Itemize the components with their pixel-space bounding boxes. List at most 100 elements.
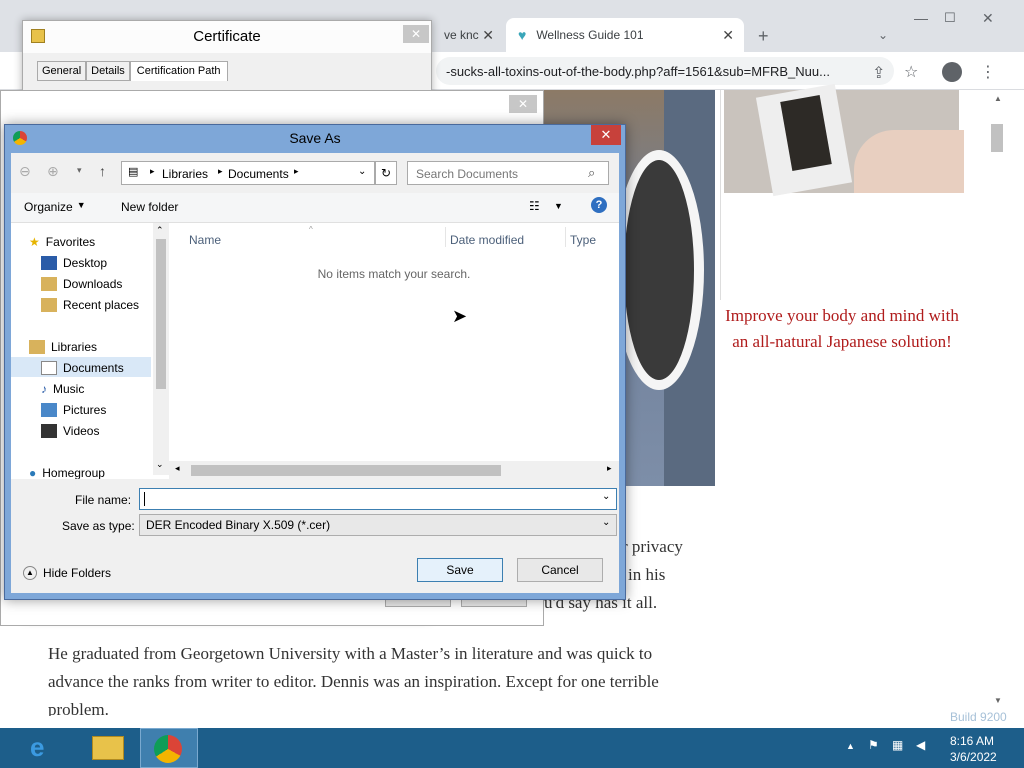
- clock-time[interactable]: 8:16 AM: [950, 734, 994, 748]
- minimize-icon[interactable]: —: [914, 10, 928, 26]
- internet-explorer-icon[interactable]: e: [30, 732, 44, 763]
- help-icon[interactable]: ?: [591, 197, 607, 213]
- new-tab-icon[interactable]: +: [758, 26, 769, 47]
- close-icon[interactable]: ✕: [509, 95, 537, 113]
- star-icon[interactable]: ☆: [904, 62, 918, 82]
- close-icon[interactable]: ✕: [591, 125, 621, 145]
- text-cursor: [144, 492, 145, 506]
- nav-videos[interactable]: Videos: [41, 424, 99, 438]
- chevron-down-icon[interactable]: ⌄: [602, 517, 610, 528]
- cancel-button[interactable]: Cancel: [517, 558, 603, 582]
- build-watermark: Build 9200: [950, 710, 1007, 724]
- share-icon[interactable]: ⇪: [872, 63, 885, 83]
- search-placeholder: Search Documents: [416, 167, 519, 181]
- organize-button[interactable]: Organize ▼: [24, 200, 86, 214]
- product-image: [724, 83, 964, 197]
- close-icon[interactable]: ✕: [403, 25, 429, 43]
- dialog-body: ⊖ ⊕ ▾ ↑ ▤ ▸ Libraries ▸ Documents ▸ ⌄ ↻ …: [11, 153, 619, 593]
- empty-message: No items match your search.: [317, 267, 471, 281]
- scroll-thumb[interactable]: [156, 239, 166, 389]
- column-name[interactable]: Name: [189, 233, 221, 247]
- view-options-icon[interactable]: ☷: [529, 199, 540, 213]
- tab-inactive[interactable]: ve knc ✕: [436, 18, 504, 52]
- save-type-label: Save as type:: [62, 519, 135, 533]
- downloads-icon: [41, 277, 57, 291]
- maximize-icon[interactable]: ☐: [944, 10, 956, 26]
- file-name-input[interactable]: ⌄: [139, 488, 617, 510]
- chevron-down-icon[interactable]: ▼: [554, 201, 563, 211]
- nav-downloads[interactable]: Downloads: [41, 277, 122, 291]
- scroll-left-icon[interactable]: ◂: [175, 463, 180, 474]
- close-tab-icon[interactable]: ✕: [722, 27, 734, 44]
- nav-homegroup[interactable]: ● Homegroup: [29, 466, 105, 480]
- breadcrumb-documents[interactable]: Documents: [228, 167, 289, 181]
- up-arrow-icon[interactable]: ↑: [99, 163, 106, 179]
- clock-date[interactable]: 3/6/2022: [950, 750, 997, 764]
- dialog-title: Save As: [289, 130, 341, 146]
- chevron-down-icon[interactable]: ⌄: [878, 28, 888, 42]
- search-input[interactable]: Search Documents ⌕: [407, 161, 609, 185]
- scroll-thumb[interactable]: [191, 465, 501, 476]
- sort-arrow-icon: ^: [309, 225, 313, 234]
- recent-dropdown-icon[interactable]: ▾: [77, 165, 82, 176]
- pictures-icon: [41, 403, 57, 417]
- organize-label: Organize: [24, 200, 73, 214]
- hide-folders-button[interactable]: ▲ Hide Folders: [23, 566, 111, 580]
- file-list[interactable]: Name ^ Date modified Type No items match…: [169, 223, 619, 479]
- save-button[interactable]: Save: [417, 558, 503, 582]
- tab-general[interactable]: General: [37, 61, 87, 81]
- folder-icon: ▤: [128, 166, 139, 178]
- scroll-thumb[interactable]: [991, 124, 1003, 152]
- nav-recent-places[interactable]: Recent places: [41, 298, 139, 312]
- nav-favorites[interactable]: ★ Favorites: [29, 235, 95, 249]
- search-icon: ⌕: [588, 165, 596, 180]
- chevron-down-icon[interactable]: ⌄: [602, 491, 610, 502]
- back-icon[interactable]: ⊖: [19, 163, 31, 180]
- nav-pictures[interactable]: Pictures: [41, 403, 106, 417]
- promo-text[interactable]: Improve your body and mind with an all-n…: [724, 303, 960, 355]
- tab-active[interactable]: ♥ Wellness Guide 101 ✕: [506, 18, 744, 52]
- star-icon: ★: [29, 235, 40, 249]
- forward-icon[interactable]: ⊕: [47, 163, 59, 180]
- save-type-select[interactable]: DER Encoded Binary X.509 (*.cer) ⌄: [139, 514, 617, 536]
- action-center-icon[interactable]: ⚑: [868, 738, 879, 752]
- chrome-taskbar-button[interactable]: [140, 728, 198, 768]
- url-text[interactable]: -sucks-all-toxins-out-of-the-body.php?af…: [446, 64, 866, 79]
- profile-avatar[interactable]: [942, 62, 962, 82]
- nav-libraries[interactable]: Libraries: [29, 340, 97, 354]
- nav-scrollbar[interactable]: ⌃ ⌄: [153, 223, 169, 475]
- close-window-icon[interactable]: ✕: [982, 10, 994, 27]
- partial-text-1: r privacy: [622, 537, 683, 556]
- tab-certification-path[interactable]: Certification Path: [129, 61, 228, 81]
- nav-desktop[interactable]: Desktop: [41, 256, 107, 270]
- heart-favicon-icon: ♥: [518, 27, 527, 43]
- file-explorer-icon[interactable]: [92, 736, 124, 760]
- scroll-up-icon[interactable]: ▲: [994, 94, 1002, 103]
- nav-music[interactable]: ♪ Music: [41, 382, 84, 396]
- tab-details[interactable]: Details: [86, 61, 130, 81]
- close-tab-icon[interactable]: ✕: [482, 27, 494, 44]
- chevron-down-icon[interactable]: ⌄: [358, 166, 366, 177]
- scroll-down-icon[interactable]: ▼: [994, 696, 1002, 705]
- breadcrumb-libraries[interactable]: Libraries: [162, 167, 208, 181]
- chrome-icon: [154, 735, 182, 763]
- column-type[interactable]: Type: [570, 233, 596, 247]
- certificate-title: Certificate: [23, 21, 431, 53]
- page-scrollbar[interactable]: ▲ ▼: [988, 90, 1008, 710]
- column-date-modified[interactable]: Date modified: [450, 233, 524, 247]
- volume-icon[interactable]: ◀: [916, 738, 925, 752]
- scroll-right-icon[interactable]: ▸: [607, 463, 612, 474]
- network-icon[interactable]: ▦: [892, 738, 903, 752]
- nav-documents[interactable]: Documents: [41, 361, 124, 375]
- new-folder-button[interactable]: New folder: [121, 200, 178, 214]
- refresh-icon[interactable]: ↻: [375, 161, 397, 185]
- horizontal-scrollbar[interactable]: ◂ ▸: [169, 461, 619, 479]
- scroll-down-icon[interactable]: ⌄: [156, 459, 164, 470]
- show-hidden-icons-icon[interactable]: ▲: [846, 741, 855, 751]
- menu-icon[interactable]: ⋮: [980, 62, 996, 82]
- certificate-icon: [31, 29, 45, 43]
- breadcrumb[interactable]: ▤ ▸ Libraries ▸ Documents ▸ ⌄: [121, 161, 375, 185]
- save-type-value: DER Encoded Binary X.509 (*.cer): [146, 518, 331, 532]
- scroll-up-icon[interactable]: ⌃: [156, 225, 164, 236]
- article-paragraph: He graduated from Georgetown University …: [48, 644, 659, 716]
